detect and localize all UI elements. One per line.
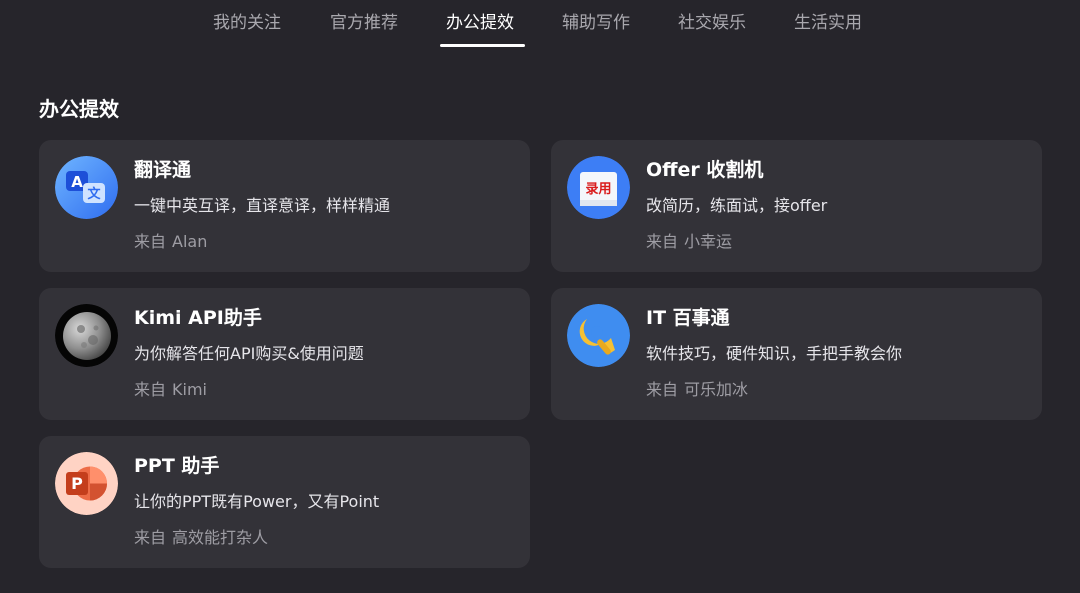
card-title: PPT 助手	[134, 455, 220, 477]
author-prefix: 来自	[134, 380, 167, 399]
card-description: 软件技巧，硬件知识，手把手教会你	[646, 344, 903, 363]
tab-office-productivity[interactable]: 办公提效	[446, 10, 514, 36]
bot-card-offer-harvester[interactable]: 录用 Offer 收割机 改简历，练面试，接offer 来自 小幸运	[551, 140, 1042, 272]
moon-icon	[55, 304, 118, 367]
author-name: Alan	[172, 232, 208, 251]
hired-stamp-icon: 录用	[567, 156, 630, 219]
svg-text:A: A	[71, 173, 83, 191]
author-name: Kimi	[172, 380, 207, 399]
bot-card-it-helper[interactable]: IT 百事通 软件技巧，硬件知识，手把手教会你 来自 可乐加冰	[551, 288, 1042, 420]
tab-official-picks[interactable]: 官方推荐	[330, 10, 398, 36]
category-tabs: 我的关注 官方推荐 办公提效 辅助写作 社交娱乐 生活实用	[0, 0, 1080, 60]
tab-my-follows[interactable]: 我的关注	[213, 10, 281, 36]
hired-stamp-text: 录用	[585, 182, 611, 197]
powerpoint-icon: P	[55, 452, 118, 515]
powerpoint-letter: P	[71, 474, 83, 493]
card-author: 来自 Alan	[134, 230, 207, 254]
tab-writing-assist[interactable]: 辅助写作	[562, 10, 630, 36]
card-description: 让你的PPT既有Power，又有Point	[134, 492, 380, 511]
translate-icon: A 文	[55, 156, 118, 219]
wrench-icon	[567, 304, 630, 367]
author-prefix: 来自	[134, 232, 167, 251]
bot-card-ppt-assistant[interactable]: P PPT 助手 让你的PPT既有Power，又有Point 来自 高效能打杂人	[39, 436, 530, 568]
tab-daily-life[interactable]: 生活实用	[794, 10, 862, 36]
card-description: 改简历，练面试，接offer	[646, 196, 828, 215]
card-title: Offer 收割机	[646, 159, 764, 181]
author-name: 小幸运	[684, 232, 733, 251]
bot-card-kimi-api-assistant[interactable]: Kimi API助手 为你解答任何API购买&使用问题 来自 Kimi	[39, 288, 530, 420]
author-name: 可乐加冰	[684, 380, 749, 399]
card-author: 来自 小幸运	[646, 230, 732, 254]
bot-card-translator[interactable]: A 文 翻译通 一键中英互译，直译意译，样样精通 来自 Alan	[39, 140, 530, 272]
card-author: 来自 可乐加冰	[646, 378, 748, 402]
section-title: 办公提效	[39, 97, 119, 121]
author-prefix: 来自	[646, 232, 679, 251]
card-description: 为你解答任何API购买&使用问题	[134, 344, 364, 363]
active-tab-indicator	[440, 44, 525, 47]
author-prefix: 来自	[646, 380, 679, 399]
card-title: 翻译通	[134, 159, 192, 181]
author-name: 高效能打杂人	[172, 528, 269, 547]
card-title: IT 百事通	[646, 307, 730, 329]
tab-social-entertainment[interactable]: 社交娱乐	[678, 10, 746, 36]
svg-text:文: 文	[87, 186, 101, 202]
author-prefix: 来自	[134, 528, 167, 547]
card-title: Kimi API助手	[134, 307, 262, 329]
card-author: 来自 Kimi	[134, 378, 207, 402]
card-author: 来自 高效能打杂人	[134, 526, 268, 550]
card-description: 一键中英互译，直译意译，样样精通	[134, 196, 391, 215]
